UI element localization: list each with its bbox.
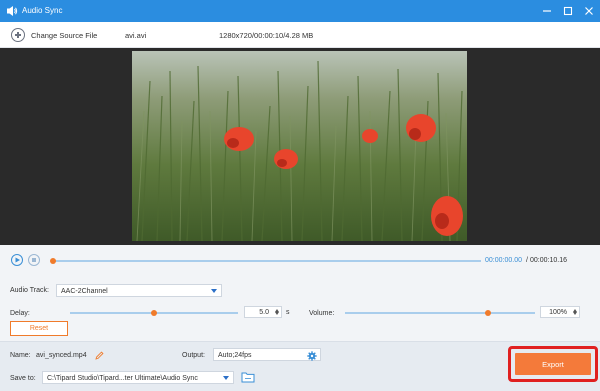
volume-stepper[interactable]: 100%: [540, 306, 580, 318]
delay-stepper[interactable]: 5.0: [244, 306, 282, 318]
close-icon: [585, 7, 593, 15]
maximize-button[interactable]: [561, 4, 575, 18]
add-plus-icon[interactable]: [11, 28, 25, 42]
volume-slider-thumb[interactable]: [484, 310, 491, 316]
progress-thumb[interactable]: [50, 258, 56, 264]
delay-slider-thumb[interactable]: [151, 310, 157, 316]
window-title: Audio Sync: [22, 6, 63, 15]
folder-icon[interactable]: [241, 371, 255, 383]
delay-value: 5.0: [259, 309, 269, 316]
spin-down-icon[interactable]: [573, 312, 577, 315]
export-button[interactable]: Export: [515, 353, 591, 375]
source-file-name: avi.avi: [125, 31, 147, 40]
stop-icon: [32, 258, 36, 262]
play-icon: [15, 257, 20, 263]
chevron-down-icon: [223, 376, 229, 380]
save-path-value: C:\Tipard Studio\Tipard...ter Ultimate\A…: [47, 374, 198, 382]
progress-track[interactable]: [53, 260, 481, 262]
delay-label: Delay:: [10, 310, 30, 317]
video-frame: [132, 51, 467, 241]
save-path-select[interactable]: C:\Tipard Studio\Tipard...ter Ultimate\A…: [42, 371, 234, 384]
output-format-field[interactable]: Auto;24fps: [213, 348, 321, 361]
name-label: Name:: [10, 352, 31, 359]
minimize-icon: [543, 10, 551, 12]
maximize-icon: [563, 6, 573, 16]
volume-slider-track[interactable]: [345, 312, 535, 314]
delay-unit: s: [286, 309, 290, 316]
audio-track-label: Audio Track:: [10, 287, 49, 294]
output-format-value: Auto;24fps: [218, 351, 252, 359]
stop-button[interactable]: [28, 254, 40, 266]
source-file-bar: Change Source File avi.avi 1280x720/00:0…: [0, 22, 600, 48]
time-separator: /: [526, 257, 528, 264]
close-button[interactable]: [582, 4, 596, 18]
output-label: Output:: [182, 352, 205, 359]
controls-panel: 00:00:00.00 / 00:00:10.16 Audio Track: A…: [0, 245, 600, 391]
total-time: 00:00:10.16: [530, 257, 567, 264]
output-file-name: avi_synced.mp4: [36, 352, 87, 359]
edit-pencil-icon[interactable]: [95, 351, 104, 360]
change-source-file-button[interactable]: Change Source File: [31, 31, 97, 40]
source-file-info: 1280x720/00:00:10/4.28 MB: [219, 31, 314, 40]
reset-button[interactable]: Reset: [10, 321, 68, 336]
volume-value: 100%: [549, 309, 567, 316]
current-time: 00:00:00.00: [485, 257, 522, 264]
play-button[interactable]: [11, 254, 23, 266]
title-bar: Audio Sync: [0, 0, 600, 22]
audio-track-value: AAC-2Channel: [61, 287, 108, 295]
preview-area: [0, 48, 600, 245]
volume-label: Volume:: [309, 310, 335, 317]
poppy-field-image: [132, 51, 467, 241]
audio-track-select[interactable]: AAC-2Channel: [56, 284, 222, 297]
save-to-label: Save to:: [10, 375, 36, 382]
audio-sync-app-icon: [7, 6, 18, 16]
chevron-down-icon: [211, 289, 217, 293]
spin-down-icon[interactable]: [275, 312, 279, 315]
gear-icon[interactable]: [307, 350, 317, 361]
minimize-button[interactable]: [540, 4, 554, 18]
